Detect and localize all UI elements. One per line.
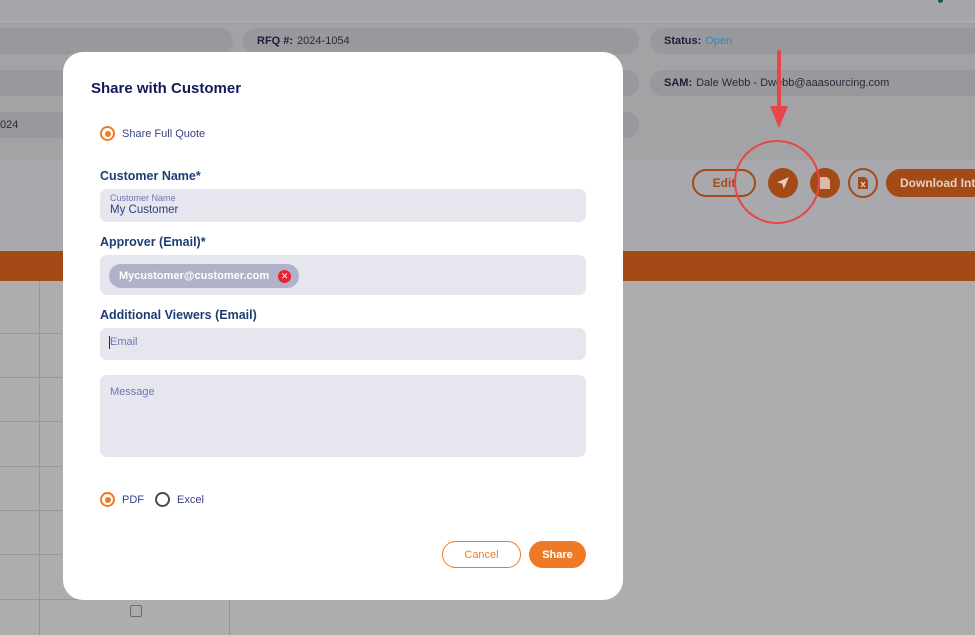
share-full-quote-option[interactable]: Share Full Quote — [100, 126, 205, 141]
share-full-quote-radio[interactable] — [100, 126, 115, 141]
message-textarea[interactable]: Message — [100, 375, 586, 457]
table-grid-line — [0, 421, 62, 422]
additional-viewers-email-input[interactable]: Email — [100, 328, 586, 360]
approver-email-input[interactable]: Mycustomer@customer.com ✕ — [100, 255, 586, 295]
rfq-field: RFQ #: 2024-1054 — [243, 28, 639, 54]
date-value: 024 — [0, 119, 19, 131]
status-field: Status: Open — [650, 28, 975, 54]
download-internal-label: Download Int — [900, 176, 975, 190]
customer-name-label: Customer Name* — [100, 169, 201, 183]
additional-viewers-label: Additional Viewers (Email) — [100, 308, 257, 322]
status-value: Open — [705, 35, 733, 47]
rfq-label: RFQ #: — [257, 35, 294, 47]
annotation-circle — [734, 140, 820, 224]
email-placeholder: Email — [110, 336, 138, 348]
edit-button-label: Edit — [712, 176, 736, 190]
top-bar — [0, 0, 975, 22]
message-placeholder: Message — [110, 386, 155, 398]
customer-name-value: My Customer — [110, 204, 179, 216]
row-checkbox[interactable] — [130, 605, 142, 617]
format-pdf-option[interactable]: PDF — [100, 492, 144, 507]
format-pdf-label: PDF — [122, 493, 144, 506]
share-button[interactable]: Share — [529, 541, 586, 568]
cancel-button-label: Cancel — [464, 548, 499, 561]
remove-chip-icon[interactable]: ✕ — [278, 269, 292, 283]
customer-name-floating-label: Customer Name — [110, 193, 176, 203]
table-grid-line — [0, 510, 62, 511]
pdf-file-icon — [820, 177, 830, 189]
sam-value: Dale Webb - Dwebb@aaasourcing.com — [696, 77, 890, 89]
approver-email-chip-text: Mycustomer@customer.com — [119, 270, 270, 282]
format-excel-radio[interactable] — [155, 492, 170, 507]
status-label: Status: — [664, 35, 702, 47]
sam-field: SAM: Dale Webb - Dwebb@aaasourcing.com — [650, 70, 975, 96]
format-excel-label: Excel — [177, 493, 204, 506]
format-excel-option[interactable]: Excel — [155, 492, 204, 507]
share-with-customer-dialog: Share with Customer Share Full Quote Cus… — [63, 52, 623, 600]
approver-email-chip: Mycustomer@customer.com ✕ — [109, 264, 300, 288]
table-grid-line — [0, 554, 62, 555]
sam-label: SAM: — [664, 77, 693, 89]
format-pdf-radio[interactable] — [100, 492, 115, 507]
excel-file-icon — [858, 177, 868, 189]
annotation-arrow-icon — [770, 50, 788, 128]
table-grid-line — [0, 377, 62, 378]
customer-name-input[interactable]: Customer Name My Customer — [100, 189, 586, 222]
info-field-blank-1 — [0, 28, 233, 54]
approver-email-label: Approver (Email)* — [100, 235, 206, 249]
download-excel-button[interactable] — [848, 168, 878, 198]
status-dot-icon — [938, 0, 943, 3]
share-button-label: Share — [542, 548, 573, 561]
table-grid-line — [0, 466, 62, 467]
rfq-value: 2024-1054 — [297, 35, 350, 47]
dialog-title: Share with Customer — [91, 80, 242, 97]
download-internal-button[interactable]: Download Int — [886, 169, 975, 197]
cancel-button[interactable]: Cancel — [442, 541, 521, 568]
share-full-quote-label: Share Full Quote — [122, 127, 206, 140]
table-grid-line — [39, 281, 40, 635]
table-grid-line — [0, 333, 62, 334]
